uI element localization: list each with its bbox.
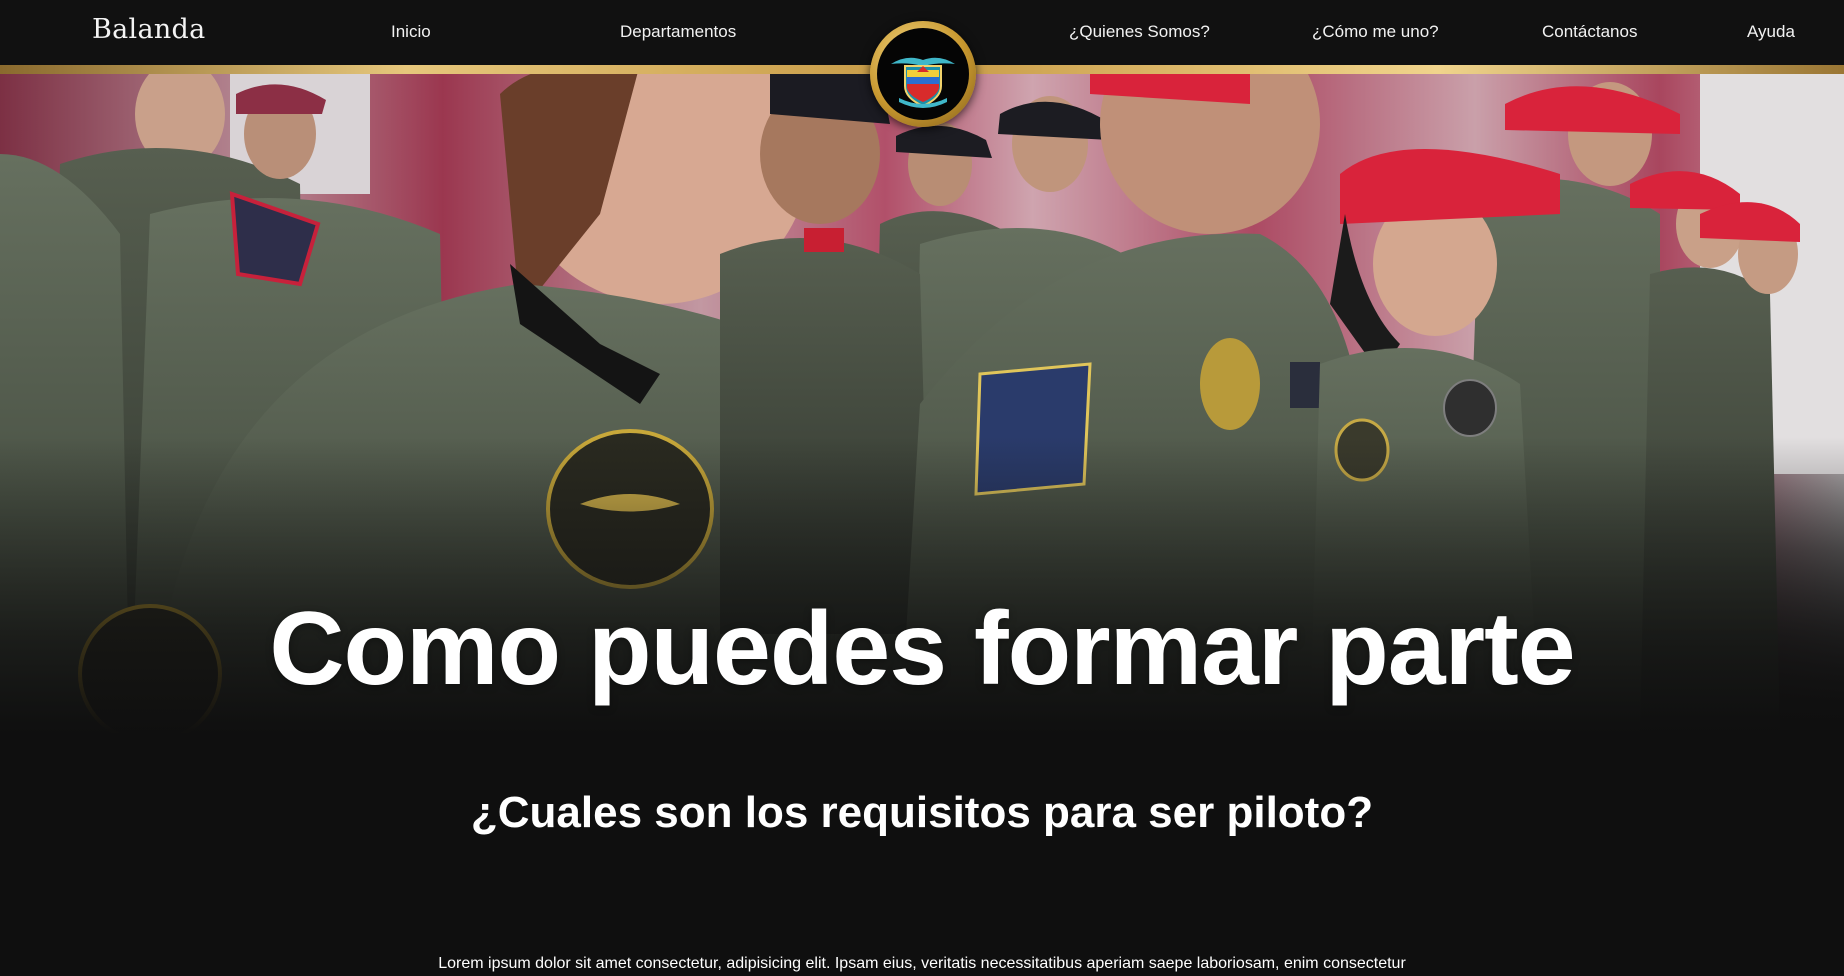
nav-link-como-me-uno[interactable]: ¿Cómo me uno? bbox=[1312, 22, 1439, 42]
hero-title: Como puedes formar parte bbox=[269, 591, 1575, 707]
requirements-heading: ¿Cuales son los requisitos para ser pilo… bbox=[470, 788, 1374, 837]
nav-link-contactanos[interactable]: Contáctanos bbox=[1542, 22, 1637, 42]
page: Balanda Inicio Departamentos ¿Quienes So… bbox=[0, 0, 1844, 976]
nav-link-inicio[interactable]: Inicio bbox=[391, 22, 431, 42]
emblem-button[interactable] bbox=[870, 21, 976, 127]
brand-logo-text[interactable]: Balanda bbox=[92, 14, 206, 45]
nav-link-departamentos[interactable]: Departamentos bbox=[620, 22, 736, 42]
military-aviation-crest-icon bbox=[877, 28, 969, 120]
nav-link-ayuda[interactable]: Ayuda bbox=[1747, 22, 1795, 42]
nav-link-quienes-somos[interactable]: ¿Quienes Somos? bbox=[1069, 22, 1210, 42]
requirements-paragraph: Lorem ipsum dolor sit amet consectetur, … bbox=[438, 955, 1406, 972]
